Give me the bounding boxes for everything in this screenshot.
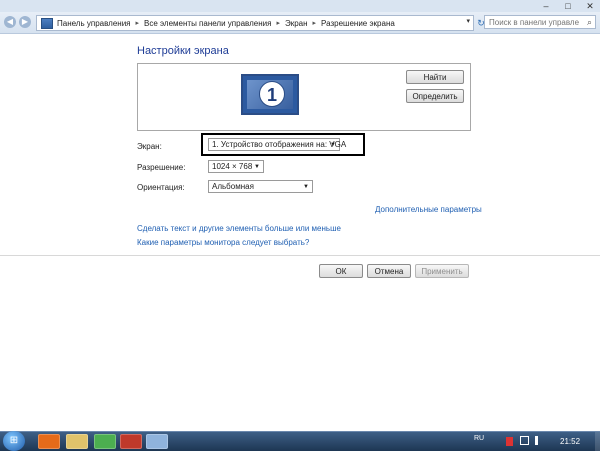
chrome-icon[interactable] — [94, 434, 116, 449]
dropdown-arrow-icon: ▼ — [254, 164, 260, 170]
find-button[interactable]: Найти — [406, 70, 464, 84]
divider — [0, 255, 600, 256]
clock[interactable]: 21:52 — [560, 437, 580, 446]
maximize-button[interactable]: □ — [562, 0, 574, 12]
highlight-frame — [201, 133, 365, 156]
explorer-icon[interactable] — [66, 434, 88, 449]
back-arrow-icon[interactable]: ◀ — [4, 16, 16, 28]
orientation-select-value: Альбомная — [212, 182, 254, 191]
breadcrumb-separator-icon[interactable]: ▸ — [313, 19, 317, 27]
firefox-icon[interactable] — [38, 434, 60, 449]
close-button[interactable]: ✕ — [584, 0, 596, 12]
control-panel-icon — [41, 17, 53, 29]
search-input[interactable] — [485, 16, 579, 28]
ok-button[interactable]: ОК — [319, 264, 363, 278]
breadcrumb-screen-resolution[interactable]: Разрешение экрана — [321, 19, 395, 28]
forward-arrow-icon[interactable]: ▶ — [19, 16, 31, 28]
minimize-button[interactable]: – — [540, 0, 552, 12]
orientation-label: Ориентация: — [137, 183, 185, 192]
window-titlebar: – □ ✕ — [0, 0, 600, 12]
advanced-settings-link[interactable]: Дополнительные параметры — [375, 205, 482, 214]
navigation-bar: ◀ ▶ Панель управления ▸ Все элементы пан… — [0, 12, 600, 34]
page-title: Настройки экрана — [137, 45, 229, 57]
address-bar[interactable]: Панель управления ▸ Все элементы панели … — [36, 15, 474, 31]
orientation-select[interactable]: Альбомная ▼ — [208, 180, 313, 193]
breadcrumb-separator-icon[interactable]: ▸ — [276, 19, 280, 27]
search-box[interactable]: ⌕ — [484, 15, 596, 29]
resolution-label: Разрешение: — [137, 163, 186, 172]
start-button[interactable]: ⊞ — [3, 431, 25, 451]
resolution-select[interactable]: 1024 × 768 ▼ — [208, 160, 264, 173]
window-controls: – □ ✕ — [540, 0, 596, 12]
cancel-button[interactable]: Отмена — [367, 264, 411, 278]
show-desktop-button[interactable] — [595, 432, 600, 451]
detect-button[interactable]: Определить — [406, 89, 464, 103]
resolution-select-value: 1024 × 768 — [212, 162, 253, 171]
breadcrumb-display[interactable]: Экран — [285, 19, 308, 28]
display-label: Экран: — [137, 142, 162, 151]
monitor-preview-area: 1 Найти Определить — [137, 63, 471, 131]
dropdown-arrow-icon: ▼ — [303, 184, 309, 190]
taskbar: ⊞ RU 21:52 — [0, 431, 600, 451]
breadcrumb-all-items[interactable]: Все элементы панели управления — [144, 19, 271, 28]
address-dropdown-icon[interactable]: ▾ — [466, 17, 470, 25]
text-size-link[interactable]: Сделать текст и другие элементы больше и… — [137, 224, 341, 233]
breadcrumb-separator-icon[interactable]: ▸ — [136, 19, 140, 27]
media-icon[interactable] — [120, 434, 142, 449]
network-icon[interactable] — [520, 436, 529, 445]
language-indicator[interactable]: RU — [474, 435, 484, 442]
monitor-number-badge: 1 — [259, 81, 285, 107]
monitor-help-link[interactable]: Какие параметры монитора следует выбрать… — [137, 238, 309, 247]
apply-button[interactable]: Применить — [415, 264, 469, 278]
volume-icon[interactable] — [535, 436, 543, 445]
monitor-icon[interactable]: 1 — [241, 74, 299, 115]
magnifier-icon[interactable]: ⌕ — [587, 16, 592, 28]
control-panel-icon[interactable] — [146, 434, 168, 449]
action-center-icon[interactable] — [506, 437, 513, 446]
breadcrumb-control-panel[interactable]: Панель управления — [57, 19, 131, 28]
